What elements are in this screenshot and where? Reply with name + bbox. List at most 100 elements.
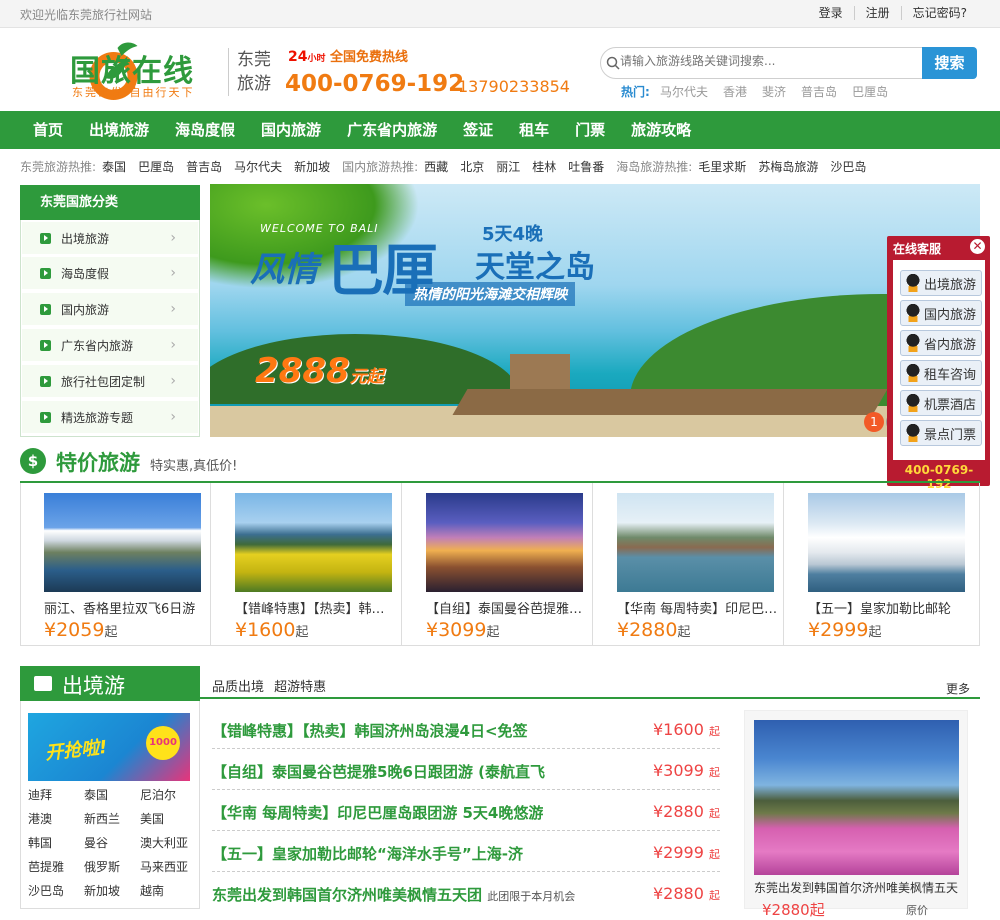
hero-banner[interactable]: WELCOME TO BALI 风情 巴厘 天堂之岛 5天4晚 热情的阳光海滩交… bbox=[210, 184, 980, 437]
deal-card[interactable]: 【错峰特惠】【热卖】韩国济州岛 ¥1600起 bbox=[211, 483, 402, 646]
service-button-car-rental[interactable]: 租车咨询 bbox=[900, 360, 982, 386]
tour-price: ¥1600 起 bbox=[653, 720, 720, 739]
destination-link[interactable]: 越南 bbox=[140, 882, 164, 899]
hot-link[interactable]: 马尔代夫 bbox=[660, 83, 708, 100]
category-item-island[interactable]: 海岛度假 › bbox=[22, 257, 198, 290]
tour-price: ¥2999 起 bbox=[653, 843, 720, 862]
hotrec-item[interactable]: 普吉岛 bbox=[186, 158, 222, 175]
forgot-password-link[interactable]: 忘记密码? bbox=[900, 6, 978, 20]
city-label-line2: 旅游 bbox=[237, 74, 271, 94]
deal-image[interactable] bbox=[617, 493, 774, 592]
category-item-outbound[interactable]: 出境旅游 › bbox=[22, 222, 198, 255]
deal-price-value: ¥2880 bbox=[617, 619, 678, 641]
tour-title[interactable]: 【自组】泰国曼谷芭提雅5晚6日跟团游 (泰航直飞 bbox=[212, 761, 545, 782]
nav-item-home[interactable]: 首页 bbox=[20, 111, 76, 149]
online-service-title: 在线客服 bbox=[893, 242, 942, 256]
tab-quality-outbound[interactable]: 品质出境 bbox=[212, 680, 264, 695]
login-link[interactable]: 登录 bbox=[808, 6, 854, 20]
tour-title[interactable]: 东莞出发到韩国首尔济州唯美枫情五天团 此团限于本月机会 bbox=[212, 884, 575, 905]
destination-link[interactable]: 泰国 bbox=[84, 786, 108, 803]
tour-row[interactable]: 【五一】皇家加勒比邮轮“海洋水手号”上海-济 ¥2999 起 bbox=[212, 832, 720, 872]
hot-link[interactable]: 普吉岛 bbox=[801, 83, 837, 100]
service-button-province[interactable]: 省内旅游 bbox=[900, 330, 982, 356]
tour-row[interactable]: 东莞出发到韩国首尔济州唯美枫情五天团 此团限于本月机会 ¥2880 起 bbox=[212, 873, 720, 913]
qq-icon bbox=[905, 274, 921, 292]
banner-title-a: 风情 bbox=[250, 250, 318, 290]
destination-link[interactable]: 曼谷 bbox=[84, 834, 108, 851]
destination-link[interactable]: 马来西亚 bbox=[140, 858, 188, 875]
hot-link[interactable]: 巴厘岛 bbox=[852, 83, 888, 100]
nav-item-guides[interactable]: 旅游攻略 bbox=[618, 111, 704, 149]
deal-title[interactable]: 【错峰特惠】【热卖】韩国济州岛 bbox=[235, 598, 397, 617]
deal-title[interactable]: 【华南 每周特卖】印尼巴厘岛 bbox=[617, 598, 779, 617]
hot-link[interactable]: 香港 bbox=[723, 83, 747, 100]
deal-title[interactable]: 【五一】皇家加勒比邮轮 bbox=[808, 598, 970, 617]
nav-item-tickets[interactable]: 门票 bbox=[562, 111, 618, 149]
tab-super-deals[interactable]: 超游特惠 bbox=[274, 680, 326, 695]
slide-indicator-active[interactable]: 1 bbox=[864, 412, 884, 432]
destination-link[interactable]: 新西兰 bbox=[84, 810, 120, 827]
deal-image[interactable] bbox=[235, 493, 392, 592]
category-item-custom-group[interactable]: 旅行社包团定制 › bbox=[22, 365, 198, 398]
destination-link[interactable]: 美国 bbox=[140, 810, 164, 827]
tour-title[interactable]: 【五一】皇家加勒比邮轮“海洋水手号”上海-济 bbox=[212, 843, 523, 864]
destination-link[interactable]: 新加坡 bbox=[84, 882, 120, 899]
deal-image[interactable] bbox=[808, 493, 965, 592]
nav-item-car-rental[interactable]: 租车 bbox=[506, 111, 562, 149]
deal-card[interactable]: 丽江、香格里拉双飞6日游 ¥2059起 bbox=[20, 483, 211, 646]
category-item-domestic[interactable]: 国内旅游 › bbox=[22, 293, 198, 326]
category-item-guangdong[interactable]: 广东省内旅游 › bbox=[22, 329, 198, 362]
hotrec-item[interactable]: 西藏 bbox=[424, 158, 448, 175]
destination-link[interactable]: 迪拜 bbox=[28, 786, 52, 803]
destination-link[interactable]: 芭提雅 bbox=[28, 858, 64, 875]
deal-title[interactable]: 丽江、香格里拉双飞6日游 bbox=[44, 598, 206, 617]
hotrec-item[interactable]: 桂林 bbox=[532, 158, 556, 175]
nav-item-outbound[interactable]: 出境旅游 bbox=[76, 111, 162, 149]
hotrec-item[interactable]: 苏梅岛旅游 bbox=[758, 158, 818, 175]
hotrec-item[interactable]: 沙巴岛 bbox=[830, 158, 866, 175]
hotrec-item[interactable]: 吐鲁番 bbox=[568, 158, 604, 175]
hotrec-item[interactable]: 泰国 bbox=[102, 158, 126, 175]
deal-card[interactable]: 【五一】皇家加勒比邮轮 ¥2999起 bbox=[784, 483, 980, 646]
nav-item-domestic[interactable]: 国内旅游 bbox=[248, 111, 334, 149]
search-input[interactable] bbox=[620, 54, 910, 68]
tour-row[interactable]: 【华南 每周特卖】印尼巴厘岛跟团游 5天4晚悠游 ¥2880 起 bbox=[212, 791, 720, 831]
destination-link[interactable]: 澳大利亚 bbox=[140, 834, 188, 851]
hotrec-item[interactable]: 北京 bbox=[460, 158, 484, 175]
category-item-featured-topics[interactable]: 精选旅游专题 › bbox=[22, 401, 198, 434]
more-link[interactable]: 更多 bbox=[946, 680, 970, 697]
hotrec-item[interactable]: 毛里求斯 bbox=[698, 158, 746, 175]
featured-tour-image[interactable] bbox=[754, 720, 959, 875]
service-button-outbound[interactable]: 出境旅游 bbox=[900, 270, 982, 296]
destination-link[interactable]: 尼泊尔 bbox=[140, 786, 176, 803]
destination-link[interactable]: 韩国 bbox=[28, 834, 52, 851]
hotrec-item[interactable]: 马尔代夫 bbox=[234, 158, 282, 175]
hot-link[interactable]: 斐济 bbox=[762, 83, 786, 100]
service-button-flight-hotel[interactable]: 机票酒店 bbox=[900, 390, 982, 416]
service-button-tickets[interactable]: 景点门票 bbox=[900, 420, 982, 446]
tour-row[interactable]: 【自组】泰国曼谷芭提雅5晚6日跟团游 (泰航直飞 ¥3099 起 bbox=[212, 750, 720, 790]
destination-link[interactable]: 俄罗斯 bbox=[84, 858, 120, 875]
hotline-hours: 小时 bbox=[307, 54, 326, 64]
deal-card[interactable]: 【华南 每周特卖】印尼巴厘岛 ¥2880起 bbox=[593, 483, 784, 646]
deal-title[interactable]: 【自组】泰国曼谷芭提雅5晚6日 bbox=[426, 598, 588, 617]
deal-image[interactable] bbox=[426, 493, 583, 592]
deal-card[interactable]: 【自组】泰国曼谷芭提雅5晚6日 ¥3099起 bbox=[402, 483, 593, 646]
hotrec-item[interactable]: 巴厘岛 bbox=[138, 158, 174, 175]
nav-item-visa[interactable]: 签证 bbox=[450, 111, 506, 149]
nav-item-guangdong[interactable]: 广东省内旅游 bbox=[334, 111, 450, 149]
tour-title[interactable]: 【华南 每周特卖】印尼巴厘岛跟团游 5天4晚悠游 bbox=[212, 802, 543, 823]
search-button[interactable]: 搜索 bbox=[922, 47, 977, 79]
tour-row[interactable]: 【错峰特惠】【热卖】韩国济州岛浪漫4日<免签 ¥1600 起 bbox=[212, 709, 720, 749]
tour-title[interactable]: 【错峰特惠】【热卖】韩国济州岛浪漫4日<免签 bbox=[212, 720, 528, 741]
register-link[interactable]: 注册 bbox=[853, 6, 901, 20]
destination-link[interactable]: 沙巴岛 bbox=[28, 882, 64, 899]
hotrec-item[interactable]: 丽江 bbox=[496, 158, 520, 175]
close-icon[interactable]: ✕ bbox=[970, 239, 985, 254]
destination-link[interactable]: 港澳 bbox=[28, 810, 52, 827]
deal-image[interactable] bbox=[44, 493, 201, 592]
featured-tour-title[interactable]: 东莞出发到韩国首尔济州唯美枫情五天 bbox=[754, 879, 958, 896]
service-button-domestic[interactable]: 国内旅游 bbox=[900, 300, 982, 326]
hotrec-item[interactable]: 新加坡 bbox=[294, 158, 330, 175]
nav-item-island[interactable]: 海岛度假 bbox=[162, 111, 248, 149]
